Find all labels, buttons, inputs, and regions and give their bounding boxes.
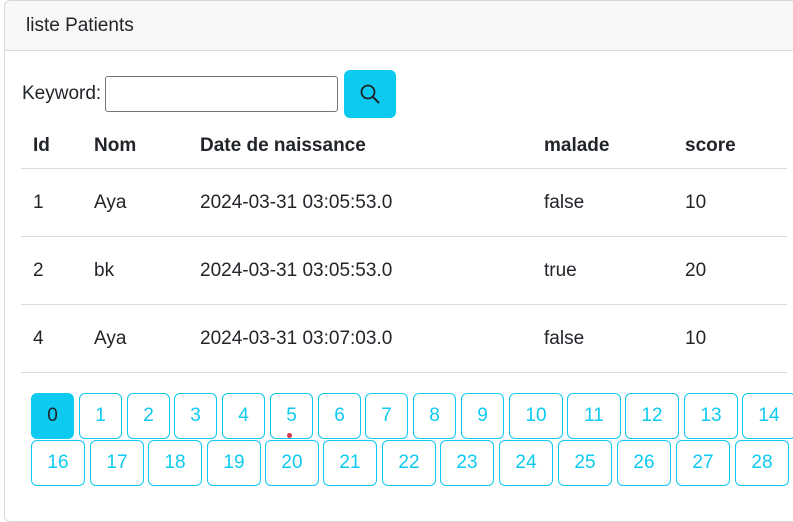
page-button-13[interactable]: 13: [684, 393, 738, 439]
page-button-28[interactable]: 28: [735, 440, 789, 486]
page-button-25[interactable]: 25: [558, 440, 612, 486]
table-row: 4 Aya 2024-03-31 03:07:03.0 false 10: [21, 304, 787, 373]
page-button-1[interactable]: 1: [79, 393, 122, 439]
page-button-5[interactable]: 5: [270, 393, 313, 439]
search-button[interactable]: [344, 70, 397, 118]
search-form: Keyword:: [22, 70, 397, 118]
column-header-malade: malade: [532, 123, 673, 169]
cell-nom: Aya: [82, 168, 188, 237]
cell-date-de-naissance: 2024-03-31 03:05:53.0: [188, 168, 532, 237]
cell-score: 20: [673, 236, 787, 305]
cell-score: 10: [673, 304, 787, 373]
cell-date-de-naissance: 2024-03-31 03:05:53.0: [188, 236, 532, 305]
pagination: 0 1 2 3 4 5 6 7 8 9 10 11 12 13 14 16 17 18 19 20 21 22 23 24 25…: [0, 393, 793, 497]
page-button-26[interactable]: 26: [617, 440, 671, 486]
cell-malade: false: [532, 168, 673, 237]
cell-id: 1: [21, 168, 82, 237]
page-button-23[interactable]: 23: [440, 440, 494, 486]
page-button-19[interactable]: 19: [207, 440, 261, 486]
table-row: 1 Aya 2024-03-31 03:05:53.0 false 10: [21, 168, 787, 237]
table-header-row: Id Nom Date de naissance malade score: [21, 123, 787, 169]
cell-id: 2: [21, 236, 82, 305]
table-row: 2 bk 2024-03-31 03:05:53.0 true 20: [21, 236, 787, 305]
page-button-8[interactable]: 8: [413, 393, 456, 439]
cell-score: 10: [673, 168, 787, 237]
page-button-18[interactable]: 18: [148, 440, 202, 486]
cell-nom: bk: [82, 236, 188, 305]
page-button-21[interactable]: 21: [323, 440, 377, 486]
cell-malade: true: [532, 236, 673, 305]
card-header: liste Patients: [5, 1, 793, 51]
page-button-22[interactable]: 22: [382, 440, 436, 486]
page-button-14[interactable]: 14: [742, 393, 793, 439]
page-button-7[interactable]: 7: [365, 393, 408, 439]
patients-table: Id Nom Date de naissance malade score 1 …: [21, 123, 787, 373]
column-header-nom: Nom: [82, 123, 188, 169]
cell-date-de-naissance: 2024-03-31 03:07:03.0: [188, 304, 532, 373]
page-button-16[interactable]: 16: [31, 440, 85, 486]
page-button-24[interactable]: 24: [499, 440, 553, 486]
page-button-27[interactable]: 27: [676, 440, 730, 486]
cell-nom: Aya: [82, 304, 188, 373]
cell-malade: false: [532, 304, 673, 373]
page-button-9[interactable]: 9: [461, 393, 504, 439]
red-dot-marker: [287, 433, 292, 438]
column-header-id: Id: [21, 123, 82, 169]
page-button-12[interactable]: 12: [625, 393, 679, 439]
column-header-date-de-naissance: Date de naissance: [188, 123, 532, 169]
page-button-11[interactable]: 11: [567, 393, 621, 439]
page-button-2[interactable]: 2: [127, 393, 170, 439]
page-button-20[interactable]: 20: [265, 440, 319, 486]
page-button-10[interactable]: 10: [509, 393, 563, 439]
search-icon: [359, 83, 381, 105]
keyword-input[interactable]: [105, 76, 339, 112]
cell-id: 4: [21, 304, 82, 373]
column-header-score: score: [673, 123, 787, 169]
page-button-4[interactable]: 4: [222, 393, 265, 439]
page-button-6[interactable]: 6: [318, 393, 361, 439]
page-button-17[interactable]: 17: [90, 440, 144, 486]
page-button-0[interactable]: 0: [31, 393, 74, 439]
page-button-3[interactable]: 3: [174, 393, 217, 439]
keyword-label: Keyword:: [22, 83, 102, 104]
card-title: liste Patients: [26, 15, 134, 36]
